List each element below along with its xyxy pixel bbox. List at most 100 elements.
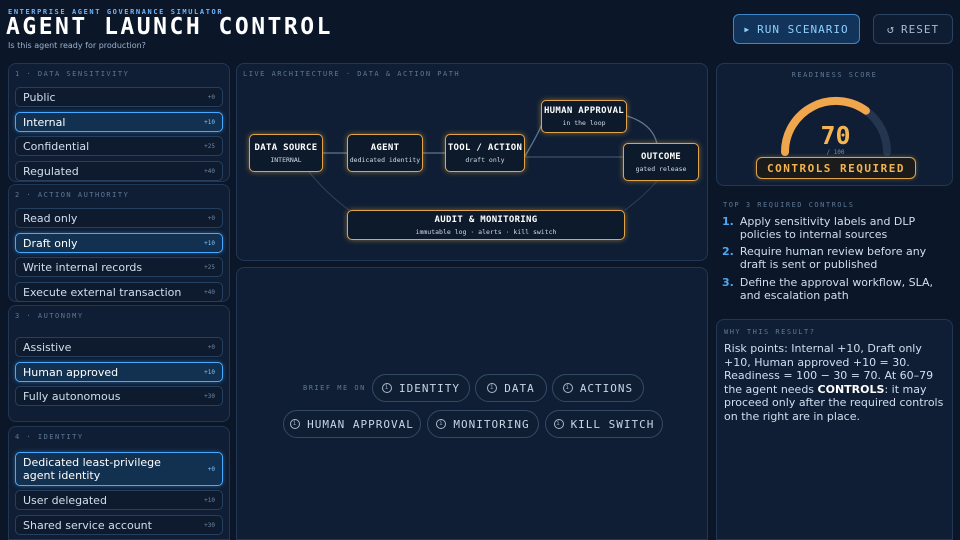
readiness-max: / 100 [826, 149, 845, 156]
option-points: +30 [204, 521, 215, 529]
chip-data[interactable]: i DATA [475, 374, 547, 402]
readiness-score: 70 [820, 121, 851, 150]
option-label: Shared service account [23, 518, 152, 532]
option-points: +10 [204, 239, 215, 247]
option-label: Draft only [23, 236, 78, 250]
option-label: Human approved [23, 365, 119, 379]
node-title: TOOL / ACTION [447, 142, 523, 153]
option-points: +0 [207, 465, 215, 473]
control-text: Apply sensitivity labels and DLP policie… [739, 215, 916, 241]
brief-panel: BRIEF ME ON i IDENTITY i DATA i ACTIONS … [236, 267, 708, 540]
option-human-approved[interactable]: Human approved +10 [15, 362, 223, 382]
option-points: +0 [207, 343, 215, 351]
info-icon: i [382, 383, 392, 393]
control-number: 2. [722, 245, 734, 258]
node-subtitle: dedicated identity [349, 155, 421, 164]
connector-tool-approval [524, 123, 543, 157]
option-read-only[interactable]: Read only +0 [15, 208, 223, 228]
option-label: Write internal records [23, 260, 143, 274]
node-subtitle: immutable log · alerts · kill switch [415, 227, 557, 236]
control-number: 3. [722, 276, 734, 289]
option-shared-service[interactable]: Shared service account +30 [15, 515, 223, 535]
node-agent[interactable]: AGENT dedicated identity [347, 134, 423, 172]
option-label: Public [23, 90, 56, 104]
node-title: OUTCOME [640, 151, 682, 162]
node-tool-action[interactable]: TOOL / ACTION draft only [445, 134, 525, 172]
readiness-panel: READINESS SCORE 70 / 100 CONTROLS REQUIR… [716, 63, 953, 186]
controls-label: TOP 3 REQUIRED CONTROLS [723, 201, 855, 209]
option-write-internal[interactable]: Write internal records +25 [15, 257, 223, 277]
node-subtitle: draft only [465, 155, 505, 164]
group-action-authority: 2 · ACTION AUTHORITY Read only +0 Draft o… [8, 184, 230, 302]
controls-panel: TOP 3 REQUIRED CONTROLS 1. Apply sensiti… [716, 194, 953, 314]
reset-button[interactable]: ↺ RESET [873, 14, 953, 44]
option-label: Fully autonomous [23, 389, 121, 403]
option-confidential[interactable]: Confidential +25 [15, 136, 223, 156]
option-public[interactable]: Public +0 [15, 87, 223, 107]
connector-source-audit [308, 171, 350, 211]
option-points: +25 [204, 142, 215, 150]
node-human-approval[interactable]: HUMAN APPROVAL in the loop [541, 100, 627, 133]
option-points: +0 [207, 93, 215, 101]
chip-monitoring[interactable]: i MONITORING [427, 410, 539, 438]
option-user-delegated[interactable]: User delegated +10 [15, 490, 223, 510]
option-points: +10 [204, 496, 215, 504]
control-text: Define the approval workflow, SLA, and e… [739, 276, 933, 302]
page-subtitle: Is this agent ready for production? [8, 41, 146, 50]
option-points: +40 [204, 288, 215, 296]
option-draft-only[interactable]: Draft only +10 [15, 233, 223, 253]
run-scenario-button[interactable]: ▶ RUN SCENARIO [733, 14, 860, 44]
option-points: +0 [207, 214, 215, 222]
option-fully-autonomous[interactable]: Fully autonomous +30 [15, 386, 223, 406]
option-label: Dedicated least-privilege agent identity [23, 456, 161, 482]
option-points: +30 [204, 392, 215, 400]
architecture-panel: LIVE ARCHITECTURE · DATA & ACTION PATH D… [236, 63, 708, 261]
node-outcome[interactable]: OUTCOME gated release [623, 143, 699, 181]
chip-label: DATA [504, 381, 535, 395]
option-label: Regulated [23, 164, 79, 178]
node-title: AUDIT & MONITORING [434, 214, 538, 225]
node-data-source[interactable]: DATA SOURCE INTERNAL [249, 134, 323, 172]
node-title: HUMAN APPROVAL [543, 106, 625, 116]
chip-label: IDENTITY [399, 381, 460, 395]
option-regulated[interactable]: Regulated +40 [15, 161, 223, 181]
group-identity: 4 · IDENTITY Dedicated least-privilege a… [8, 426, 230, 540]
info-icon: i [553, 419, 564, 429]
option-label: Confidential [23, 139, 90, 153]
chip-actions[interactable]: i ACTIONS [552, 374, 644, 402]
chip-label: KILL SWITCH [570, 417, 655, 431]
chip-label: HUMAN APPROVAL [307, 417, 414, 431]
control-number: 1. [722, 215, 734, 228]
control-item: 1. Apply sensitivity labels and DLP poli… [722, 215, 948, 241]
run-scenario-label: RUN SCENARIO [757, 22, 849, 36]
option-internal[interactable]: Internal +10 [15, 112, 223, 132]
control-item: 3. Define the approval workflow, SLA, an… [722, 276, 948, 302]
info-icon: i [562, 383, 573, 393]
option-points: +10 [204, 118, 215, 126]
option-points: +10 [204, 368, 215, 376]
option-points: +25 [204, 263, 215, 271]
why-explanation: Risk points: Internal +10, Draft only +1… [724, 342, 950, 423]
info-icon: i [487, 383, 498, 393]
option-label: Assistive [23, 340, 72, 354]
control-text: Require human review before any draft is… [739, 245, 927, 271]
chip-kill-switch[interactable]: i KILL SWITCH [545, 410, 663, 438]
chip-identity[interactable]: i IDENTITY [372, 374, 470, 402]
brief-label: BRIEF ME ON [303, 384, 366, 392]
connector-outcome-audit [624, 175, 662, 211]
node-title: DATA SOURCE [254, 142, 318, 153]
option-execute-external[interactable]: Execute external transaction +40 [15, 282, 223, 302]
status-badge: CONTROLS REQUIRED [756, 157, 916, 179]
group-autonomy: 3 · AUTONOMY Assistive +0 Human approved +… [8, 305, 230, 422]
node-audit-monitoring[interactable]: AUDIT & MONITORING immutable log · alert… [347, 210, 625, 240]
group-label: 2 · ACTION AUTHORITY [15, 191, 130, 199]
option-label: Execute external transaction [23, 285, 182, 299]
chip-human-approval[interactable]: i HUMAN APPROVAL [283, 410, 421, 438]
option-dedicated-identity[interactable]: Dedicated least-privilege agent identity… [15, 452, 223, 486]
node-subtitle: gated release [635, 164, 687, 173]
page-title: AGENT LAUNCH CONTROL [6, 14, 333, 40]
node-title: AGENT [370, 142, 400, 153]
option-assistive[interactable]: Assistive +0 [15, 337, 223, 357]
connector-approval-outcome [626, 115, 658, 145]
option-label: Read only [23, 211, 78, 225]
